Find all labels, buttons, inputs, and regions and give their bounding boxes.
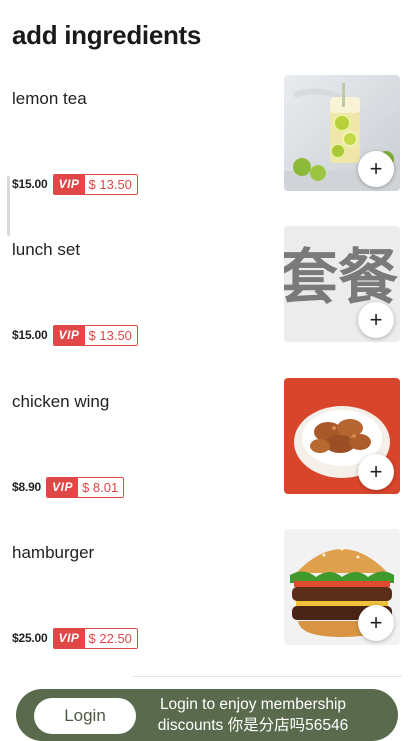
vip-tag: VIP (53, 325, 85, 345)
vip-price-badge: VIP $ 13.50 (52, 173, 138, 195)
divider (132, 676, 402, 677)
page-title: add ingredients (12, 20, 202, 50)
add-button[interactable]: + (358, 151, 394, 187)
add-button[interactable]: + (358, 454, 394, 490)
item-name: lunch set (12, 240, 81, 259)
add-button[interactable]: + (358, 302, 394, 338)
vip-price: $ 8.01 (78, 477, 124, 497)
login-button[interactable]: Login (34, 698, 136, 734)
vip-tag: VIP (53, 174, 85, 194)
item-name: hamburger (12, 543, 95, 562)
vip-price-badge: VIP $ 8.01 (46, 476, 125, 498)
list-item[interactable]: lunch set $15.00 VIP $ 13.50 套餐 + (0, 226, 413, 360)
vip-tag: VIP (53, 628, 85, 648)
item-price: $8.90 (12, 480, 42, 494)
item-price: $15.00 (12, 177, 48, 191)
vip-price: $ 13.50 (84, 174, 137, 194)
price-row: $25.00 VIP $ 22.50 (12, 627, 138, 649)
item-price: $25.00 (12, 631, 48, 645)
vip-price-badge: VIP $ 22.50 (52, 627, 138, 649)
vip-price: $ 13.50 (84, 325, 137, 345)
list-item[interactable]: lemon tea $15.00 VIP $ 13.50 + (0, 75, 413, 209)
price-row: $15.00 VIP $ 13.50 (12, 173, 138, 195)
vip-tag: VIP (47, 477, 79, 497)
item-price: $15.00 (12, 328, 48, 342)
promo-line-1: Login to enjoy membership (159, 696, 347, 713)
promo-line-2: discounts 你是分店吗56546 (157, 717, 349, 734)
login-bar: Login Login to enjoy membership discount… (16, 689, 398, 741)
price-row: $8.90 VIP $ 8.01 (12, 476, 125, 498)
add-button[interactable]: + (358, 605, 394, 641)
list-item[interactable]: hamburger $25.00 VIP $ 22.50 + (0, 529, 413, 663)
item-name: lemon tea (12, 89, 87, 108)
vip-price: $ 22.50 (84, 628, 137, 648)
list-item[interactable]: chicken wing $8.90 VIP $ 8.01 + (0, 378, 413, 512)
item-name: chicken wing (12, 392, 110, 411)
vip-price-badge: VIP $ 13.50 (52, 324, 138, 346)
membership-promo-text[interactable]: Login to enjoy membership discounts 你是分店… (140, 694, 366, 736)
price-row: $15.00 VIP $ 13.50 (12, 324, 138, 346)
